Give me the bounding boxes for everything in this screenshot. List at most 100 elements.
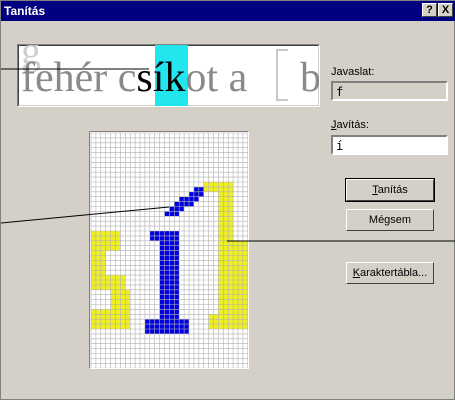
neighbor-pixel xyxy=(218,211,224,217)
glyph-pixel xyxy=(174,201,180,207)
glyph-pixel xyxy=(164,265,170,271)
neighbor-pixel xyxy=(203,182,209,187)
glyph-pixel xyxy=(169,314,175,320)
neighbor-pixel xyxy=(242,319,248,325)
glyph-pixel xyxy=(174,211,180,217)
neighbor-pixel xyxy=(238,289,243,295)
neighbor-pixel xyxy=(208,182,214,187)
neighbor-pixel xyxy=(91,270,96,276)
glyph-pixel xyxy=(164,304,170,310)
glyph-pixel xyxy=(164,289,170,295)
neighbor-pixel xyxy=(91,275,96,280)
glyph-pixel xyxy=(159,314,165,320)
neighbor-pixel xyxy=(223,196,229,202)
neighbor-pixel xyxy=(218,314,224,320)
neighbor-pixel xyxy=(208,314,214,320)
neighbor-pixel xyxy=(238,294,243,300)
neighbor-pixel xyxy=(228,304,234,310)
neighbor-pixel xyxy=(218,250,224,256)
glyph-pixel xyxy=(149,235,155,241)
neighbor-pixel xyxy=(110,299,116,305)
neighbor-pixel xyxy=(238,314,243,320)
glyph-grid-canvas[interactable] xyxy=(90,132,248,368)
neighbor-pixel xyxy=(223,265,229,271)
neighbor-pixel xyxy=(242,284,248,290)
glyph-pixel xyxy=(159,240,165,246)
glyph-pixel xyxy=(144,329,150,334)
neighbor-pixel xyxy=(95,324,101,329)
glyph-pixel xyxy=(169,231,175,236)
glyph-grid[interactable] xyxy=(89,131,249,369)
glyph-pixel xyxy=(164,314,170,320)
neighbor-pixel xyxy=(223,240,229,246)
glyph-pixel xyxy=(193,196,199,202)
neighbor-pixel xyxy=(95,265,101,271)
glyph-pixel xyxy=(169,211,175,217)
neighbor-pixel xyxy=(120,309,126,315)
character-preview: g fehér csíkot a b xyxy=(17,44,320,107)
neighbor-pixel xyxy=(218,324,224,329)
neighbor-pixel xyxy=(228,299,234,305)
glyph-pixel xyxy=(174,294,180,300)
neighbor-pixel xyxy=(228,309,234,315)
glyph-pixel xyxy=(149,319,155,325)
cancel-button[interactable]: Mégsem xyxy=(346,209,434,231)
glyph-pixel xyxy=(164,245,170,251)
neighbor-pixel xyxy=(208,319,214,325)
neighbor-pixel xyxy=(95,260,101,266)
neighbor-pixel xyxy=(120,314,126,320)
neighbor-pixel xyxy=(218,294,224,300)
neighbor-pixel xyxy=(110,294,116,300)
glyph-pixel xyxy=(159,284,165,290)
neighbor-pixel xyxy=(100,240,106,246)
glyph-pixel xyxy=(164,275,170,280)
glyph-pixel xyxy=(169,270,175,276)
glyph-pixel xyxy=(179,201,185,207)
neighbor-pixel xyxy=(223,309,229,315)
neighbor-pixel xyxy=(105,240,111,246)
teach-button[interactable]: Tanítás xyxy=(345,178,435,202)
neighbor-pixel xyxy=(233,299,238,305)
neighbor-pixel xyxy=(105,235,111,241)
glyph-pixel xyxy=(174,284,180,290)
neighbor-pixel xyxy=(233,255,238,261)
neighbor-pixel xyxy=(120,294,126,300)
glyph-pixel xyxy=(174,255,180,261)
neighbor-pixel xyxy=(115,309,121,315)
glyph-pixel xyxy=(149,324,155,329)
neighbor-pixel xyxy=(110,275,116,280)
neighbor-pixel xyxy=(110,309,116,315)
neighbor-pixel xyxy=(223,299,229,305)
neighbor-pixel xyxy=(105,245,111,251)
neighbor-pixel xyxy=(238,240,243,246)
glyph-pixel xyxy=(184,201,189,207)
correction-input[interactable]: í xyxy=(331,135,448,155)
neighbor-pixel xyxy=(218,280,224,285)
neighbor-pixel xyxy=(115,275,121,280)
glyph-pixel xyxy=(164,329,170,334)
neighbor-pixel xyxy=(242,280,248,285)
neighbor-pixel xyxy=(228,270,234,276)
neighbor-pixel xyxy=(233,309,238,315)
neighbor-pixel xyxy=(110,324,116,329)
neighbor-pixel xyxy=(95,231,101,236)
glyph-pixel xyxy=(164,284,170,290)
neighbor-pixel xyxy=(125,299,131,305)
neighbor-pixel xyxy=(218,235,224,241)
neighbor-pixel xyxy=(110,304,116,310)
glyph-pixel xyxy=(169,284,175,290)
neighbor-pixel xyxy=(218,245,224,251)
neighbor-pixel xyxy=(110,231,116,236)
neighbor-pixel xyxy=(213,324,219,329)
neighbor-pixel xyxy=(213,319,219,325)
neighbor-pixel xyxy=(223,216,229,222)
close-button[interactable]: X xyxy=(438,3,453,17)
glyph-pixel xyxy=(159,289,165,295)
glyph-pixel xyxy=(184,324,189,329)
charmap-button[interactable]: Karaktertábla... xyxy=(346,262,434,284)
neighbor-pixel xyxy=(218,240,224,246)
help-button[interactable]: ? xyxy=(422,3,437,17)
neighbor-pixel xyxy=(110,289,116,295)
neighbor-pixel xyxy=(120,284,126,290)
glyph-pixel xyxy=(159,245,165,251)
